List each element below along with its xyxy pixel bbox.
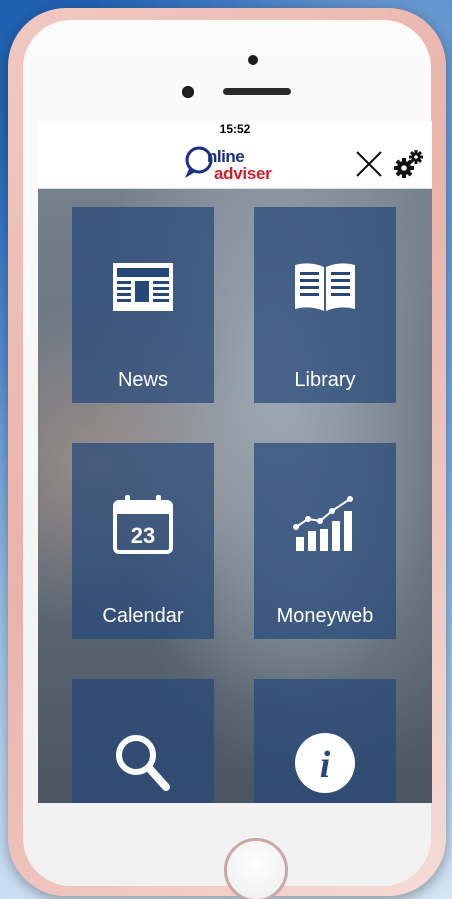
front-camera xyxy=(248,55,258,65)
tile-label-news: News xyxy=(117,369,168,391)
status-time: 15:52 xyxy=(219,122,251,136)
info-glyph: i xyxy=(320,744,331,786)
calendar-icon: 23 xyxy=(113,495,173,554)
tile-label-calendar: Calendar xyxy=(102,605,184,627)
growth-chart-icon xyxy=(293,496,353,551)
book-icon xyxy=(295,263,355,311)
tile-info[interactable]: i xyxy=(254,679,396,803)
app-header: nline adviser xyxy=(38,137,432,189)
tile-label-library: Library xyxy=(294,369,356,391)
search-icon xyxy=(116,735,170,791)
close-icon[interactable] xyxy=(354,149,384,179)
tile-label-moneyweb: Moneyweb xyxy=(276,605,374,627)
home-button[interactable] xyxy=(224,838,288,899)
gears-icon[interactable] xyxy=(392,149,424,179)
tile-search[interactable] xyxy=(72,679,214,803)
app-screen: 15:52 nline adviser News Library 23 Cale… xyxy=(38,121,432,803)
tile-news[interactable]: News xyxy=(72,207,214,403)
tile-calendar[interactable]: 23 Calendar xyxy=(72,443,214,639)
earpiece-speaker xyxy=(223,88,291,95)
tile-moneyweb[interactable]: Moneyweb xyxy=(254,443,396,639)
calendar-day: 23 xyxy=(131,523,155,548)
info-icon: i xyxy=(295,733,355,793)
online-adviser-logo: nline adviser xyxy=(181,145,291,185)
status-bar: 15:52 xyxy=(38,121,432,137)
logo-text-adviser: adviser xyxy=(214,164,272,183)
tile-library[interactable]: Library xyxy=(254,207,396,403)
proximity-sensor xyxy=(182,86,194,98)
newspaper-icon xyxy=(113,263,173,311)
